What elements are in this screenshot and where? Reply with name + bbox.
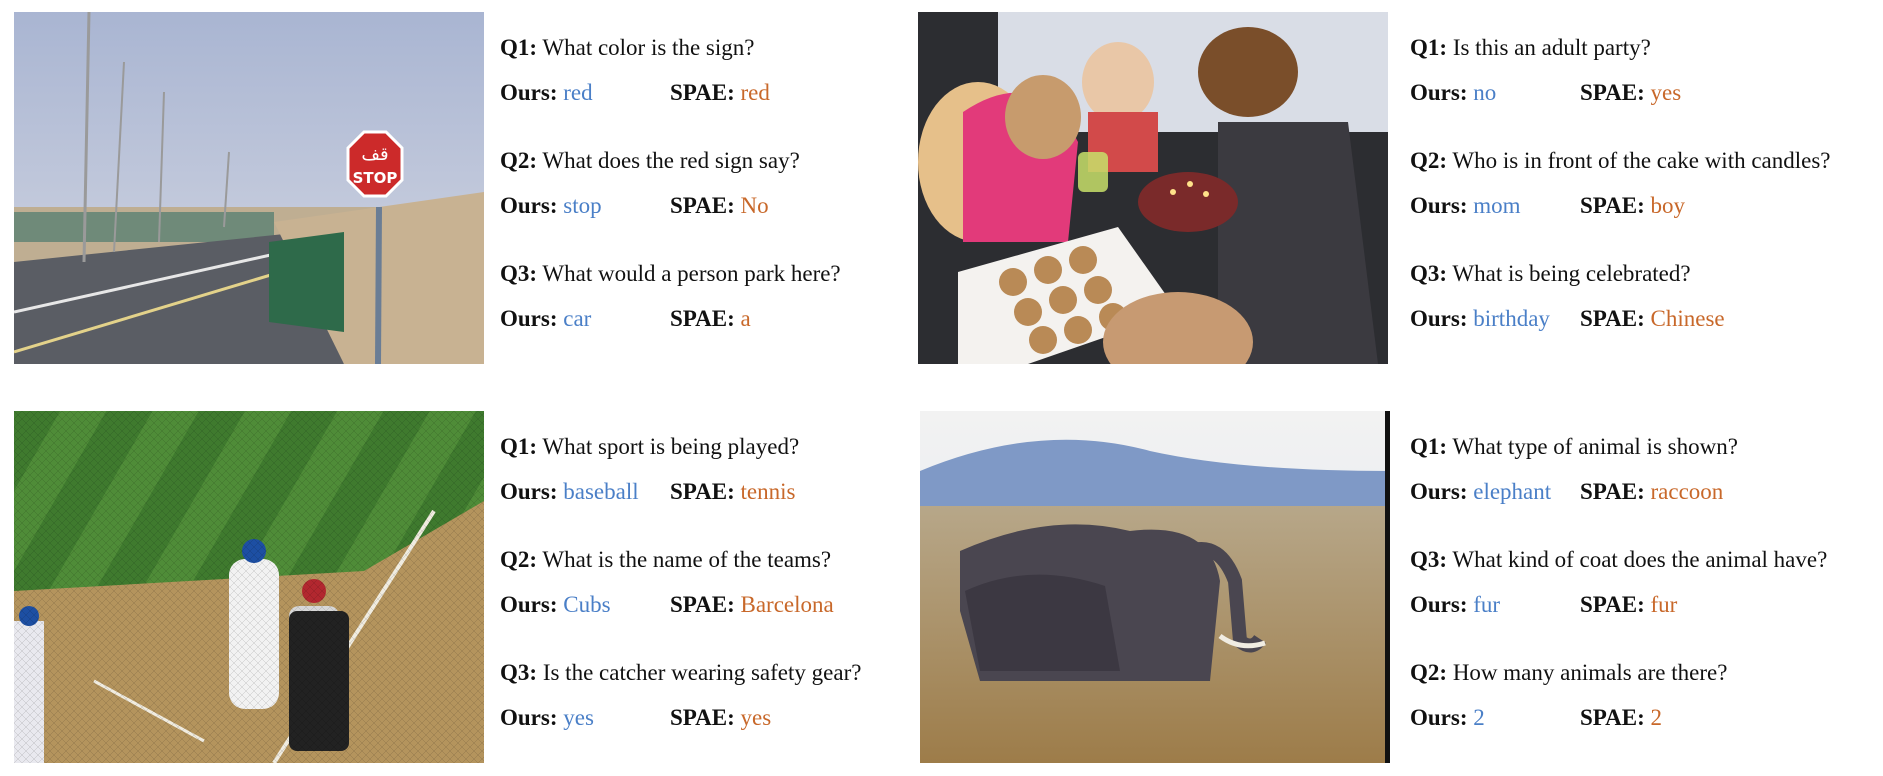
spae-answer: SPAE: tennis — [670, 479, 796, 504]
spae-answer: SPAE: red — [670, 80, 770, 105]
spae-answer-value: tennis — [740, 479, 796, 504]
ours-answer: Ours: birthday — [1410, 306, 1550, 331]
ours-answer: Ours: stop — [500, 193, 602, 218]
question-row: Q1: What color is the sign? — [500, 36, 754, 59]
spae-answer: SPAE: 2 — [1580, 705, 1663, 730]
question-text: Is the catcher wearing safety gear? — [542, 660, 862, 685]
question-id: Q3: — [500, 261, 538, 286]
question-row: Q1: What type of animal is shown? — [1410, 435, 1738, 458]
question-id: Q2: — [500, 148, 538, 173]
spae-answer: SPAE: a — [670, 306, 751, 331]
qa-block-birthday: Q1: Is this an adult party? Ours: no SPA… — [1410, 36, 1880, 346]
ours-answer: Ours: Cubs — [500, 592, 611, 617]
question-text: Who is in front of the cake with candles… — [1452, 148, 1831, 173]
spae-answer-value: 2 — [1650, 705, 1663, 730]
question-id: Q3: — [500, 660, 538, 685]
question-id: Q3: — [1410, 261, 1448, 286]
stop-sign-arabic-text: قف — [361, 144, 388, 165]
question-row: Q2: What is the name of the teams? — [500, 548, 831, 571]
spae-answer-value: boy — [1650, 193, 1686, 218]
question-row: Q2: What does the red sign say? — [500, 149, 800, 172]
question-row: Q3: What kind of coat does the animal ha… — [1410, 548, 1827, 571]
question-id: Q1: — [1410, 434, 1448, 459]
ours-answer: Ours: fur — [1410, 592, 1501, 617]
ours-answer-value: elephant — [1473, 479, 1552, 504]
spae-answer-value: yes — [740, 705, 772, 730]
ours-answer-value: stop — [563, 193, 602, 218]
spae-answer-value: raccoon — [1650, 479, 1724, 504]
question-row: Q1: What sport is being played? — [500, 435, 799, 458]
question-text: What does the red sign say? — [542, 148, 800, 173]
question-text: Is this an adult party? — [1452, 35, 1651, 60]
ours-answer-value: birthday — [1473, 306, 1550, 331]
question-text: How many animals are there? — [1452, 660, 1728, 685]
question-text: What kind of coat does the animal have? — [1452, 547, 1828, 572]
spae-answer-value: Barcelona — [740, 592, 834, 617]
spae-answer: SPAE: raccoon — [1580, 479, 1724, 504]
spae-answer: SPAE: yes — [1580, 80, 1682, 105]
ours-answer: Ours: no — [1410, 80, 1497, 105]
question-id: Q2: — [500, 547, 538, 572]
spae-answer: SPAE: No — [670, 193, 769, 218]
qa-block-stop-sign: Q1: What color is the sign? Ours: red SP… — [500, 36, 910, 346]
question-row: Q3: What would a person park here? — [500, 262, 841, 285]
stop-sign-text: STOP — [353, 169, 398, 187]
question-row: Q3: Is the catcher wearing safety gear? — [500, 661, 861, 684]
spae-answer-value: a — [740, 306, 751, 331]
ours-answer: Ours: 2 — [1410, 705, 1485, 730]
question-id: Q2: — [1410, 148, 1448, 173]
spae-answer: SPAE: Chinese — [1580, 306, 1725, 331]
ours-answer: Ours: baseball — [500, 479, 639, 504]
baseball-game-photo — [14, 411, 484, 763]
ours-answer-value: car — [563, 306, 592, 331]
spae-answer: SPAE: yes — [670, 705, 772, 730]
spae-answer: SPAE: boy — [1580, 193, 1686, 218]
question-row: Q3: What is being celebrated? — [1410, 262, 1691, 285]
question-id: Q1: — [1410, 35, 1448, 60]
elephants-savanna-photo — [920, 411, 1390, 763]
spae-answer-value: Chinese — [1650, 306, 1725, 331]
spae-answer-value: red — [740, 80, 770, 105]
spae-answer: SPAE: Barcelona — [670, 592, 834, 617]
spae-answer: SPAE: fur — [1580, 592, 1678, 617]
ours-answer-value: baseball — [563, 479, 639, 504]
question-id: Q1: — [500, 35, 538, 60]
question-row: Q2: How many animals are there? — [1410, 661, 1727, 684]
question-text: What is the name of the teams? — [542, 547, 832, 572]
question-text: What type of animal is shown? — [1452, 434, 1738, 459]
ours-answer-value: Cubs — [563, 592, 611, 617]
ours-answer-value: fur — [1473, 592, 1501, 617]
ours-answer: Ours: yes — [500, 705, 594, 730]
ours-answer-value: red — [563, 80, 593, 105]
qa-block-baseball: Q1: What sport is being played? Ours: ba… — [500, 435, 910, 745]
question-row: Q2: Who is in front of the cake with can… — [1410, 149, 1831, 172]
spae-answer-value: yes — [1650, 80, 1682, 105]
ours-answer: Ours: mom — [1410, 193, 1521, 218]
question-id: Q2: — [1410, 660, 1448, 685]
spae-answer-value: fur — [1650, 592, 1678, 617]
stop-sign-road-photo: قف STOP — [14, 12, 484, 364]
question-id: Q1: — [500, 434, 538, 459]
ours-answer: Ours: elephant — [1410, 479, 1552, 504]
ours-answer: Ours: red — [500, 80, 593, 105]
ours-answer: Ours: car — [500, 306, 592, 331]
birthday-party-photo — [918, 12, 1388, 364]
question-id: Q3: — [1410, 547, 1448, 572]
ours-answer-value: 2 — [1473, 705, 1485, 730]
question-text: What is being celebrated? — [1452, 261, 1691, 286]
ours-answer-value: mom — [1473, 193, 1521, 218]
ours-answer-value: yes — [563, 705, 594, 730]
qa-block-elephants: Q1: What type of animal is shown? Ours: … — [1410, 435, 1880, 745]
ours-answer-value: no — [1473, 80, 1497, 105]
question-row: Q1: Is this an adult party? — [1410, 36, 1651, 59]
spae-answer-value: No — [740, 193, 769, 218]
question-text: What would a person park here? — [542, 261, 841, 286]
question-text: What sport is being played? — [542, 434, 800, 459]
question-text: What color is the sign? — [542, 35, 755, 60]
